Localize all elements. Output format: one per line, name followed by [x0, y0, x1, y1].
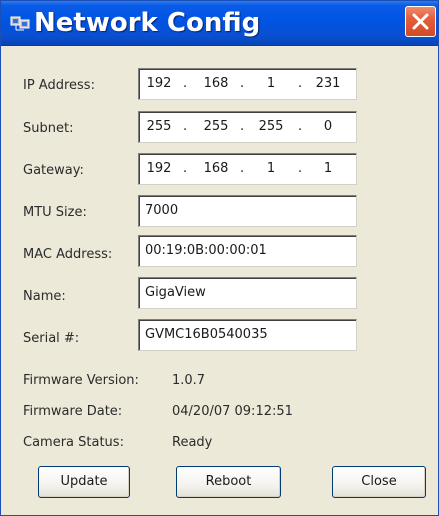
camera-status-label: Camera Status: — [23, 435, 124, 450]
mac-address-field[interactable]: 00:19:0B:00:00:01 — [138, 235, 357, 267]
gateway-field[interactable]: 192 . 168 . 1 . 1 — [138, 153, 357, 185]
gateway-label: Gateway: — [23, 163, 84, 178]
serial-value: GVMC16B0540035 — [145, 327, 268, 342]
title-bar[interactable]: Network Config — [1, 1, 438, 46]
ip-address-label: IP Address: — [23, 78, 95, 93]
name-field[interactable]: GigaView — [138, 277, 357, 309]
ip-address-octet-4[interactable]: 231 — [313, 76, 343, 91]
reboot-button[interactable]: Reboot — [176, 466, 281, 498]
mtu-size-label: MTU Size: — [23, 205, 87, 220]
firmware-date-label: Firmware Date: — [23, 404, 123, 419]
window-title: Network Config — [34, 8, 261, 38]
ip-address-octet-1[interactable]: 192 — [144, 76, 174, 91]
close-button[interactable]: Close — [332, 466, 426, 498]
ip-separator: . — [298, 161, 303, 176]
mac-address-value: 00:19:0B:00:00:01 — [145, 243, 267, 258]
ip-separator: . — [183, 119, 188, 134]
subnet-octet-1[interactable]: 255 — [144, 119, 174, 134]
ip-address-octet-3[interactable]: 1 — [256, 76, 286, 91]
ip-address-octet-2[interactable]: 168 — [201, 76, 231, 91]
firmware-date-value: 04/20/07 09:12:51 — [172, 404, 293, 419]
gateway-octet-1[interactable]: 192 — [144, 161, 174, 176]
update-button[interactable]: Update — [38, 466, 130, 498]
ip-address-field[interactable]: 192 . 168 . 1 . 231 — [138, 68, 357, 100]
ip-separator: . — [298, 119, 303, 134]
ip-separator: . — [183, 76, 188, 91]
mtu-size-value: 7000 — [145, 203, 179, 218]
ip-separator: . — [240, 161, 245, 176]
subnet-octet-2[interactable]: 255 — [201, 119, 231, 134]
serial-label: Serial #: — [23, 331, 80, 346]
mtu-size-field[interactable]: 7000 — [138, 195, 357, 227]
ip-separator: . — [183, 161, 188, 176]
network-config-window: Network Config IP Address: 192 . 168 . 1… — [0, 0, 439, 516]
subnet-octet-4[interactable]: 0 — [313, 119, 343, 134]
camera-status-value: Ready — [172, 435, 213, 450]
gateway-octet-3[interactable]: 1 — [256, 161, 286, 176]
mac-address-label: MAC Address: — [23, 247, 113, 262]
name-value: GigaView — [145, 285, 206, 300]
subnet-octet-3[interactable]: 255 — [256, 119, 286, 134]
name-label: Name: — [23, 289, 66, 304]
ip-separator: . — [240, 119, 245, 134]
subnet-label: Subnet: — [23, 121, 74, 136]
serial-field[interactable]: GVMC16B0540035 — [138, 319, 357, 351]
gateway-octet-2[interactable]: 168 — [201, 161, 231, 176]
gateway-octet-4[interactable]: 1 — [313, 161, 343, 176]
window-close-button[interactable] — [405, 6, 436, 37]
firmware-version-value: 1.0.7 — [172, 373, 206, 388]
close-icon — [412, 13, 429, 30]
subnet-field[interactable]: 255 . 255 . 255 . 0 — [138, 111, 357, 143]
ip-separator: . — [240, 76, 245, 91]
network-config-app-icon — [10, 14, 30, 32]
ip-separator: . — [298, 76, 303, 91]
firmware-version-label: Firmware Version: — [23, 373, 139, 388]
